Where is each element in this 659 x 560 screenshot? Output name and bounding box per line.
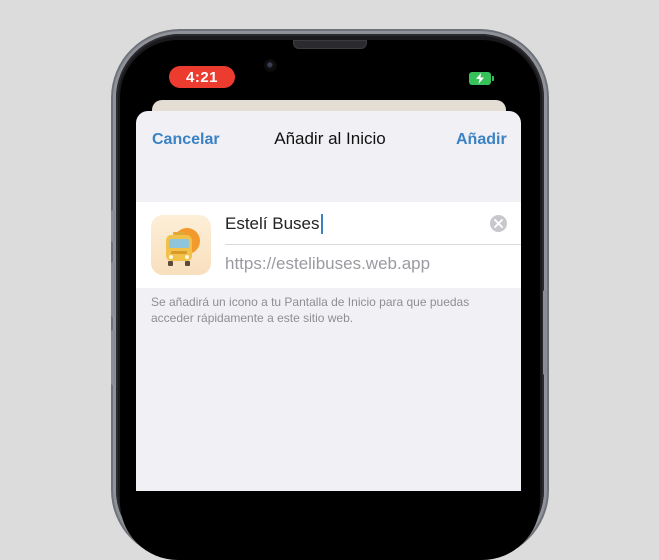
- app-name-value: Estelí Buses: [225, 214, 320, 233]
- earpiece-speaker: [293, 40, 367, 49]
- clear-icon[interactable]: [490, 215, 507, 232]
- add-button[interactable]: Añadir: [456, 131, 507, 149]
- field-divider: [225, 244, 521, 245]
- side-button-volume-down: [111, 330, 115, 385]
- app-url: https://estelibuses.web.app: [225, 254, 431, 273]
- bus-app-icon: [151, 215, 211, 275]
- hint-text: Se añadirá un icono a tu Pantalla de Ini…: [151, 295, 470, 325]
- cancel-button[interactable]: Cancelar: [152, 131, 220, 149]
- text-cursor: [320, 214, 323, 234]
- side-button-power: [543, 290, 547, 375]
- sheet-title: Añadir al Inicio: [274, 129, 386, 148]
- battery-icon: [469, 72, 491, 85]
- app-name-input[interactable]: Estelí Buses: [225, 212, 485, 236]
- status-time[interactable]: 4:21: [169, 66, 235, 88]
- side-button-volume-up: [111, 262, 115, 317]
- side-button-action: [111, 210, 115, 242]
- battery-nub: [492, 76, 494, 81]
- front-camera-icon: [264, 59, 277, 72]
- charging-bolt-icon: [476, 73, 484, 84]
